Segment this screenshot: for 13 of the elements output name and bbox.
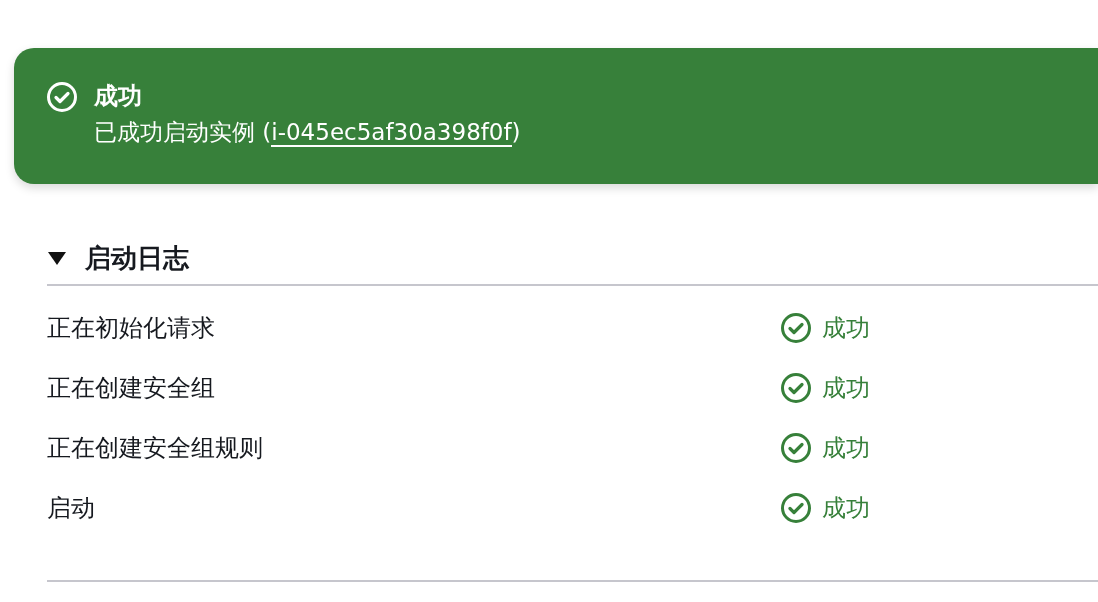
- status-text: 成功: [822, 433, 870, 464]
- log-step: 启动: [47, 492, 780, 524]
- status-text: 成功: [822, 313, 870, 344]
- section-title[interactable]: 启动日志: [85, 240, 189, 276]
- log-step: 正在初始化请求: [47, 312, 780, 344]
- log-step: 正在创建安全组: [47, 372, 780, 404]
- alert-message: 已成功启动实例 (i-045ec5af30a398f0f): [94, 118, 521, 148]
- check-circle-icon: [46, 81, 78, 113]
- status-text: 成功: [822, 493, 870, 524]
- log-step: 正在创建安全组规则: [47, 432, 780, 464]
- alert-title: 成功: [94, 81, 143, 112]
- instance-link[interactable]: i-045ec5af30a398f0f: [271, 119, 512, 147]
- status-text: 成功: [822, 373, 870, 404]
